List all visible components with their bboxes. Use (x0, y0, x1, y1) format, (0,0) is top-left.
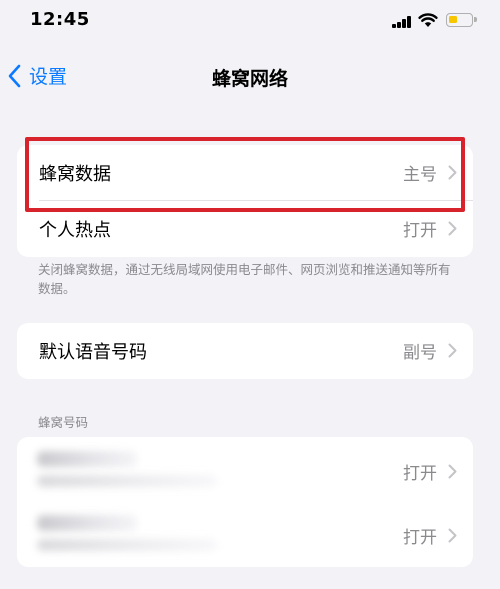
default-voice-number-value: 副号 (403, 343, 437, 363)
cellular-signal-icon (392, 16, 412, 28)
cellular-number-row[interactable]: 打开 (17, 437, 473, 505)
cellular-data-row[interactable]: 蜂窝数据 主号 (17, 145, 473, 201)
navigation-bar: 设置 蜂窝网络 (0, 44, 500, 106)
cellular-data-label: 蜂窝数据 (39, 164, 111, 185)
chevron-right-icon (448, 221, 457, 236)
default-voice-number-row[interactable]: 默认语音号码 副号 (17, 323, 473, 379)
cellular-data-footnote: 关闭蜂窝数据，通过无线局域网使用电子邮件、网页浏览和推送通知等所有数据。 (38, 262, 451, 296)
redacted-line-detail (37, 539, 217, 551)
cellular-number-row[interactable]: 打开 (17, 505, 473, 567)
chevron-right-icon (448, 464, 457, 479)
personal-hotspot-value: 打开 (403, 221, 437, 241)
status-time: 12:45 (30, 9, 90, 30)
redacted-line-label (37, 451, 137, 467)
cellular-numbers-group: 打开 打开 (17, 437, 473, 567)
wifi-icon (418, 13, 438, 27)
redacted-line-detail (37, 475, 217, 487)
cellular-number-2-value: 打开 (403, 528, 437, 548)
voice-number-group: 默认语音号码 副号 (17, 323, 473, 379)
personal-hotspot-row[interactable]: 个人热点 打开 (17, 201, 473, 257)
status-bar: 12:45 (0, 0, 500, 44)
cellular-number-1-value: 打开 (403, 464, 437, 484)
page-title: 蜂窝网络 (211, 68, 288, 90)
redacted-line-label (37, 515, 137, 531)
chevron-right-icon (448, 165, 457, 180)
cellular-settings-group: 蜂窝数据 主号 个人热点 打开 (17, 145, 473, 257)
personal-hotspot-label: 个人热点 (39, 220, 111, 241)
chevron-right-icon (448, 343, 457, 358)
default-voice-number-label: 默认语音号码 (39, 342, 147, 363)
cellular-data-value: 主号 (403, 165, 437, 185)
cellular-numbers-header: 蜂窝号码 (38, 415, 89, 430)
battery-icon (446, 13, 477, 27)
chevron-right-icon (448, 528, 457, 543)
